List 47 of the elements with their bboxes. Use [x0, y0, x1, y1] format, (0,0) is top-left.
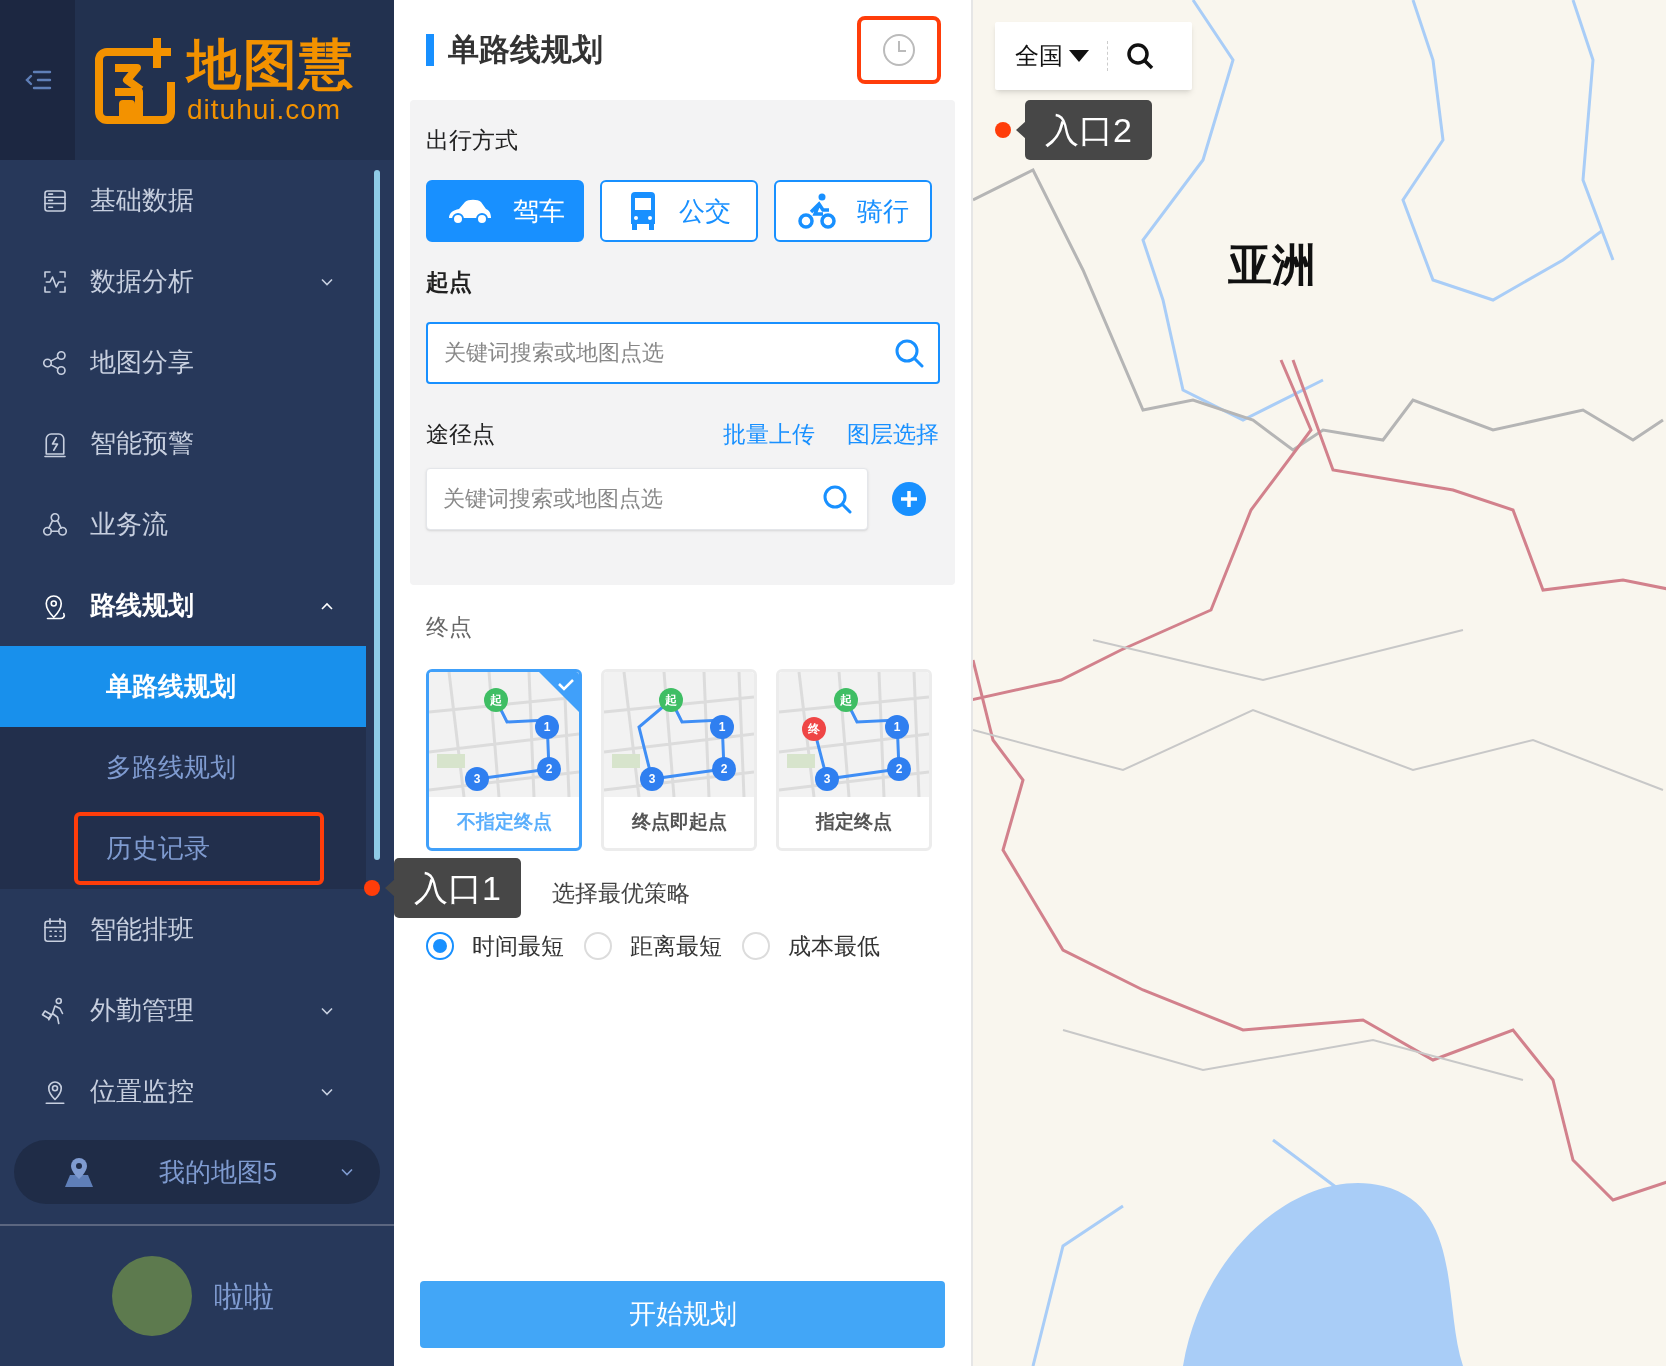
menu-item[interactable]: 外勤管理: [0, 970, 394, 1051]
scrollbar[interactable]: [374, 170, 380, 860]
option-label: 终点即起点: [630, 810, 728, 835]
menu-item[interactable]: 智能预警: [0, 403, 394, 484]
field-label: 起点: [426, 268, 473, 297]
cyclist-icon: [797, 192, 837, 230]
user-name: 啦啦: [214, 1278, 274, 1315]
menu-item[interactable]: 基础数据: [0, 160, 394, 241]
menu-item[interactable]: 智能排班: [0, 889, 394, 970]
endpoint-option[interactable]: 起 1 2 3 终 指定终点: [776, 669, 932, 851]
option-label: 不指定终点: [455, 810, 553, 835]
field-label: 终点: [426, 613, 473, 642]
panel-title: 单路线规划: [448, 30, 604, 69]
accent-bar: [426, 34, 434, 66]
history-clock-icon[interactable]: [882, 33, 916, 67]
field-label: 选择最优策略: [552, 879, 690, 908]
annotation-tooltip: 入口2: [1025, 100, 1152, 160]
endpoint-option[interactable]: 起 1 2 3 终点即起点: [601, 669, 757, 851]
tooltip-pointer: [1016, 121, 1026, 139]
map-label: 亚洲: [1228, 239, 1316, 291]
menu-item[interactable]: 位置监控: [0, 1051, 394, 1132]
tooltip-pointer: [385, 879, 395, 897]
logo-name: 地图慧: [187, 34, 355, 94]
search-icon[interactable]: [1126, 42, 1154, 70]
menu-item[interactable]: 地图分享: [0, 322, 394, 403]
strategy-radio[interactable]: 时间最短: [426, 929, 564, 964]
map-pin-icon: [62, 1155, 96, 1189]
strategy-radio[interactable]: 距离最短: [584, 929, 722, 964]
region-select[interactable]: 全国: [1015, 38, 1063, 74]
field-label: 途径点: [426, 419, 496, 449]
check-corner-icon: [539, 672, 579, 712]
field-label: 出行方式: [426, 126, 519, 155]
menu-item[interactable]: 路线规划: [0, 565, 394, 646]
caret-icon: [1069, 50, 1089, 62]
option-label: 指定终点: [814, 810, 893, 835]
annotation-tooltip: 入口1: [394, 858, 521, 918]
endpoint-option[interactable]: 起 1 2 3 不指定终点: [426, 669, 582, 851]
submenu-item[interactable]: 多路线规划: [0, 727, 366, 808]
menu-icon[interactable]: [23, 69, 52, 91]
add-icon[interactable]: [892, 482, 926, 516]
search-field[interactable]: 关键词搜索或地图点选: [426, 322, 940, 384]
strategy-radio[interactable]: 成本最低: [742, 929, 880, 964]
logo-domain: dituhui.com: [187, 94, 343, 126]
submenu-item[interactable]: 历史记录: [0, 808, 366, 889]
map-switcher[interactable]: 我的地图5: [14, 1140, 380, 1204]
menu-item[interactable]: 数据分析: [0, 241, 394, 322]
menu-item[interactable]: 业务流: [0, 484, 394, 565]
